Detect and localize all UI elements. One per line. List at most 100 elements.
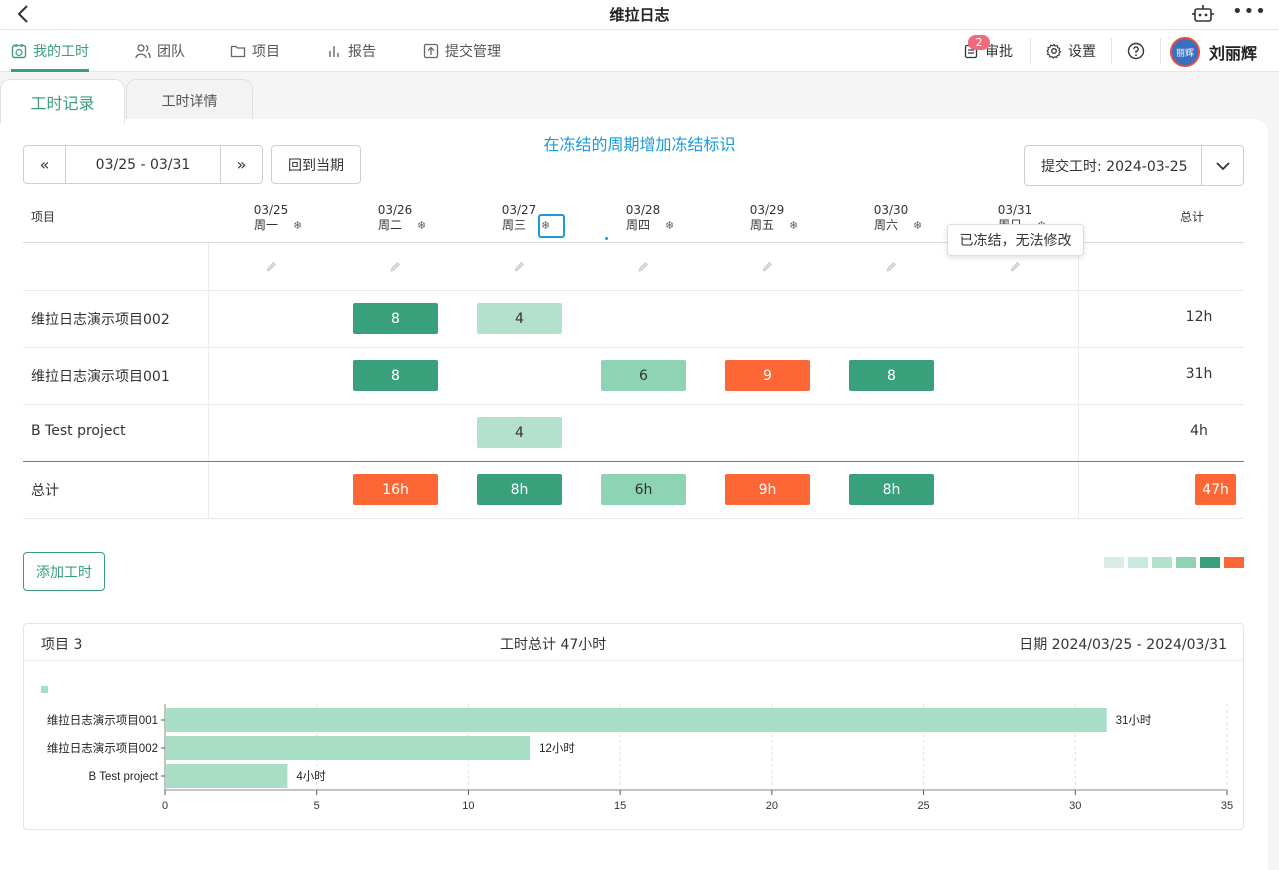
- hours-cell[interactable]: 9: [725, 360, 810, 391]
- nav-label: 报告: [348, 44, 376, 60]
- more-icon[interactable]: •••: [1232, 1, 1267, 22]
- period-range[interactable]: 03/25 - 03/31: [65, 146, 221, 183]
- hours-cell[interactable]: 4: [477, 417, 562, 448]
- project-name: 维拉日志演示项目002: [31, 312, 170, 328]
- nav-projects[interactable]: 项目: [230, 30, 280, 72]
- tab-hour-details[interactable]: 工时详情: [126, 79, 253, 121]
- column-divider: [1078, 243, 1079, 519]
- nav-label: 团队: [157, 44, 185, 60]
- day-date: 03/25: [253, 203, 289, 217]
- legend-swatch: [1224, 557, 1244, 568]
- day-date: 03/31: [997, 203, 1033, 217]
- chart-bar: [166, 764, 288, 788]
- main-nav: 我的工时 团队 项目 报告 提交管理 审批 2 设置: [0, 30, 1279, 72]
- nav-label: 提交管理: [445, 44, 501, 60]
- calendar-clock-icon: [11, 44, 27, 59]
- pencil-icon[interactable]: [513, 261, 525, 273]
- current-period-button[interactable]: 回到当期: [271, 145, 361, 184]
- legend-swatch: [1152, 557, 1172, 568]
- chart-legend-marker: [41, 686, 48, 693]
- snowflake-icon: ❄: [913, 219, 923, 232]
- day-weekday: 周一: [253, 218, 278, 232]
- settings-button[interactable]: 设置: [1046, 30, 1096, 72]
- x-tick-label: 5: [314, 800, 320, 812]
- robot-icon[interactable]: [1192, 4, 1214, 24]
- totals-divider: [23, 461, 1244, 462]
- bar-data-label: 12小时: [539, 742, 575, 755]
- submit-hours-dropdown[interactable]: 提交工时: 2024-03-25: [1024, 145, 1244, 186]
- nav-team[interactable]: 团队: [135, 30, 185, 72]
- category-label: 维拉日志演示项目002: [47, 741, 158, 755]
- add-hours-button[interactable]: 添加工时: [23, 552, 105, 591]
- nav-label: 项目: [252, 44, 280, 60]
- gear-icon: [1046, 43, 1062, 59]
- nav-reports[interactable]: 报告: [326, 30, 376, 72]
- pencil-icon[interactable]: [265, 261, 277, 273]
- legend-swatch: [1200, 557, 1220, 568]
- category-label: 维拉日志演示项目001: [47, 713, 158, 727]
- frozen-highlight-box: [538, 214, 565, 238]
- column-divider: [208, 243, 209, 519]
- day-header: 03/28 周四: [613, 203, 673, 233]
- x-tick-label: 0: [162, 800, 168, 812]
- day-weekday: 周六: [873, 218, 898, 232]
- day-total-cell: 8h: [477, 474, 562, 505]
- next-period-button[interactable]: »: [221, 146, 262, 183]
- category-label: B Test project: [89, 771, 159, 783]
- row-total: 31h: [1185, 366, 1213, 382]
- pencil-icon[interactable]: [1009, 261, 1021, 273]
- help-icon[interactable]: [1127, 42, 1145, 60]
- day-total-cell: 6h: [601, 474, 686, 505]
- x-tick-label: 30: [1069, 800, 1081, 812]
- day-total-cell: 9h: [725, 474, 810, 505]
- submit-hours-label: 提交工时: 2024-03-25: [1025, 146, 1202, 185]
- team-icon: [135, 44, 151, 59]
- hours-cell[interactable]: 8: [353, 360, 438, 391]
- snowflake-icon: ❄: [417, 219, 427, 232]
- legend-swatch: [1104, 557, 1124, 568]
- marker-dot: [605, 237, 608, 240]
- snowflake-icon: ❄: [665, 219, 675, 232]
- divider: [1160, 38, 1161, 64]
- x-tick-label: 10: [462, 800, 474, 812]
- hours-bar-chart: 0 5 10 15 20 25 30 35 维拉日志演示项目001 31小时维拉日志演示项目002…: [41, 686, 1233, 812]
- app-title: 维拉日志: [609, 6, 670, 24]
- row-divider: [23, 404, 1244, 405]
- day-total-cell: 16h: [353, 474, 438, 505]
- pencil-icon[interactable]: [637, 261, 649, 273]
- row-total: 12h: [1185, 309, 1213, 325]
- avatar[interactable]: 丽辉: [1170, 37, 1200, 67]
- summary-panel: 项目 3 工时总计 47小时 日期 2024/03/25 - 2024/03/3…: [23, 623, 1244, 830]
- nav-submission[interactable]: 提交管理: [423, 30, 501, 72]
- x-tick-label: 15: [614, 800, 626, 812]
- title-bar: 维拉日志 •••: [0, 0, 1279, 30]
- chart-bar: [166, 736, 531, 760]
- pencil-icon[interactable]: [389, 261, 401, 273]
- tab-hour-records[interactable]: 工时记录: [0, 79, 125, 123]
- pencil-icon[interactable]: [761, 261, 773, 273]
- x-tick-label: 35: [1221, 800, 1233, 812]
- divider: [1111, 38, 1112, 64]
- divider: [1030, 38, 1031, 64]
- x-tick-label: 20: [766, 800, 778, 812]
- hours-cell[interactable]: 8: [353, 303, 438, 334]
- nav-my-hours[interactable]: 我的工时: [11, 30, 89, 72]
- hours-cell[interactable]: 4: [477, 303, 562, 334]
- hours-cell[interactable]: 8: [849, 360, 934, 391]
- hours-cell[interactable]: 6: [601, 360, 686, 391]
- grand-total: 47h: [1195, 474, 1236, 505]
- project-name: B Test project: [31, 423, 126, 439]
- pencil-icon[interactable]: [885, 261, 897, 273]
- snowflake-icon: ❄: [293, 219, 303, 232]
- frozen-tooltip: 已冻结，无法修改: [947, 224, 1084, 256]
- chevron-down-icon[interactable]: [1202, 146, 1243, 185]
- bar-data-label: 31小时: [1116, 714, 1152, 727]
- user-name[interactable]: 刘丽辉: [1209, 40, 1257, 64]
- prev-period-button[interactable]: «: [24, 146, 65, 183]
- snowflake-icon: ❄: [789, 219, 799, 232]
- x-tick-label: 25: [917, 800, 929, 812]
- day-date: 03/30: [873, 203, 909, 217]
- settings-label: 设置: [1068, 44, 1096, 60]
- row-divider: [23, 347, 1244, 348]
- day-header: 03/26 周二: [365, 203, 425, 233]
